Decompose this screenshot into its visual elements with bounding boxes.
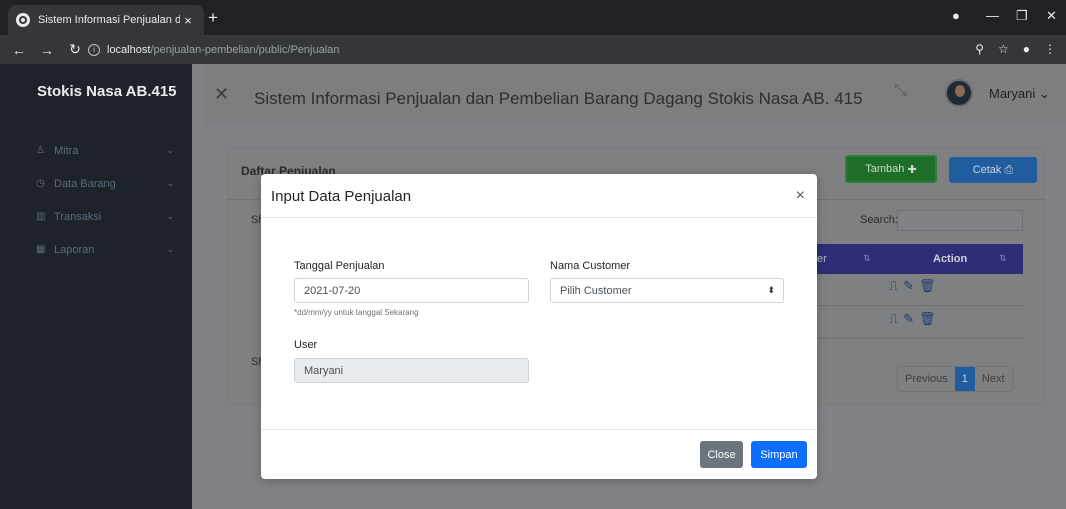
user-menu[interactable]: Maryani ⌄ — [989, 86, 1050, 102]
pagination-previous[interactable]: Previous — [898, 367, 955, 391]
new-tab-button[interactable]: + — [208, 8, 218, 28]
account-icon[interactable]: ● — [1023, 42, 1030, 56]
add-button[interactable]: Tambah ✚ — [845, 155, 937, 183]
edit-icon[interactable]: ✎ — [903, 311, 914, 327]
row-divider — [815, 338, 1023, 339]
close-window-icon[interactable]: ✕ — [1046, 8, 1057, 24]
trash-icon[interactable]: 🗑 — [919, 278, 936, 294]
modal-header: Input Data Penjualan × — [261, 174, 817, 218]
profile-dropdown-icon[interactable]: ● — [952, 8, 960, 23]
bookmark-star-icon[interactable]: ☆ — [998, 42, 1009, 56]
page-title: Sistem Informasi Penjualan dan Pembelian… — [254, 89, 863, 108]
sidebar-item-label: Data Barang — [54, 177, 116, 190]
close-button[interactable]: Close — [700, 441, 743, 468]
select-arrows-icon: ⬍ — [767, 285, 775, 295]
chevron-down-icon: ⌄ — [166, 145, 174, 155]
user-icon: ♙ — [36, 145, 45, 156]
url-host: localhost — [107, 43, 151, 56]
back-icon[interactable]: ← — [10, 42, 28, 58]
customer-label: Nama Customer — [550, 260, 631, 272]
table-row-actions: ⎍ ✎ 🗑 — [889, 278, 936, 294]
tanggal-penjualan-input[interactable]: 2021-07-20 — [294, 278, 529, 303]
sidebar-item-label: Laporan — [54, 243, 95, 256]
modal-title: Input Data Penjualan — [271, 188, 412, 205]
chevron-down-icon: ⌄ — [166, 178, 174, 188]
sidebar-item-laporan[interactable]: ▦ Laporan ⌄ — [0, 233, 192, 266]
tanggal-value: 2021-07-20 — [304, 284, 361, 297]
reload-icon[interactable]: ↻ — [66, 41, 84, 58]
username-label: Maryani — [989, 86, 1036, 101]
add-button-label: Tambah — [865, 163, 905, 175]
user-label: User — [294, 339, 318, 351]
print-button[interactable]: Cetak ⎙ — [949, 157, 1037, 183]
avatar[interactable] — [945, 79, 973, 107]
input-sales-modal: Input Data Penjualan × Tanggal Penjualan… — [261, 174, 817, 479]
tab-title: Sistem Informasi Penjualan dan P — [38, 14, 180, 26]
brand-title[interactable]: Stokis Nasa AB.415 — [0, 64, 192, 118]
close-sidebar-icon[interactable]: ✕ — [214, 84, 229, 105]
modal-footer: Close Simpan — [261, 429, 817, 479]
globe-icon — [16, 13, 30, 27]
column-header-partial[interactable]: er — [817, 253, 827, 265]
close-icon[interactable]: × — [796, 187, 805, 205]
sort-icon[interactable]: ⇅ — [999, 253, 1007, 264]
url-field[interactable]: i localhost /penjualan-pembelian/public/… — [88, 39, 1058, 60]
tab-close-icon[interactable]: × — [180, 13, 196, 28]
tanggal-label: Tanggal Penjualan — [294, 260, 385, 272]
top-header: ✕ Sistem Informasi Penjualan dan Pembeli… — [204, 64, 1066, 126]
sidebar-item-label: Transaksi — [54, 210, 102, 223]
user-value: Maryani — [304, 364, 344, 377]
pagination-next[interactable]: Next — [975, 367, 1012, 391]
sidebar-item-data-barang[interactable]: ◷ Data Barang ⌄ — [0, 167, 192, 200]
plus-icon: ✚ — [907, 163, 917, 176]
sidebar-item-mitra[interactable]: ♙ Mitra ⌄ — [0, 134, 192, 167]
customer-select[interactable]: Pilih Customer ⬍ — [550, 278, 784, 303]
sidebar-item-transaksi[interactable]: ▥ Transaksi ⌄ — [0, 200, 192, 233]
user-field: Maryani — [294, 358, 529, 383]
calendar-icon: ▦ — [36, 244, 46, 255]
sidebar: Stokis Nasa AB.415 ♙ Mitra ⌄ ◷ Data Bara… — [0, 64, 192, 509]
browser-tab-bar: Sistem Informasi Penjualan dan P × + ● —… — [0, 0, 1066, 35]
customer-value: Pilih Customer — [560, 284, 632, 297]
chevron-down-icon: ⌄ — [166, 244, 174, 254]
chevron-down-icon: ⌄ — [166, 211, 174, 221]
row-divider — [815, 305, 1023, 306]
fullscreen-icon[interactable]: ⤡ — [894, 82, 907, 100]
menu-kebab-icon[interactable]: ⋮ — [1044, 42, 1056, 56]
pagination: Previous 1 Next — [897, 366, 1013, 392]
detail-icon[interactable]: ⎍ — [889, 311, 898, 327]
forward-icon[interactable]: → — [38, 42, 56, 58]
sort-icon[interactable]: ⇅ — [863, 253, 871, 264]
minimize-icon[interactable]: — — [986, 8, 999, 23]
print-button-label: Cetak — [972, 164, 1002, 176]
url-path: /penjualan-pembelian/public/Penjualan — [150, 43, 340, 56]
chart-icon: ▥ — [36, 211, 46, 222]
chevron-down-icon: ⌄ — [1038, 86, 1050, 101]
address-bar: ← → ↻ i localhost /penjualan-pembelian/p… — [0, 35, 1066, 64]
printer-icon: ⎙ — [1004, 163, 1014, 176]
sidebar-item-label: Mitra — [54, 144, 79, 157]
edit-icon[interactable]: ✎ — [903, 278, 914, 294]
table-row-actions: ⎍ ✎ 🗑 — [889, 311, 936, 327]
browser-tab[interactable]: Sistem Informasi Penjualan dan P × — [8, 5, 204, 35]
zoom-icon[interactable]: ⚲ — [975, 42, 984, 56]
restore-icon[interactable]: ❐ — [1016, 8, 1028, 24]
info-icon[interactable]: i — [88, 43, 100, 56]
search-label: Search: — [860, 214, 898, 226]
tanggal-hint: *dd/mm/yy untuk tanggal Sekarang — [294, 308, 419, 317]
pagination-page-1[interactable]: 1 — [954, 367, 975, 391]
box-icon: ◷ — [36, 178, 45, 189]
detail-icon[interactable]: ⎍ — [889, 278, 898, 294]
save-button[interactable]: Simpan — [751, 441, 807, 468]
table-header: er ⇅ Action ⇅ — [815, 244, 1023, 274]
trash-icon[interactable]: 🗑 — [919, 311, 936, 327]
search-input[interactable] — [897, 210, 1023, 231]
column-header-action[interactable]: Action — [933, 253, 967, 265]
